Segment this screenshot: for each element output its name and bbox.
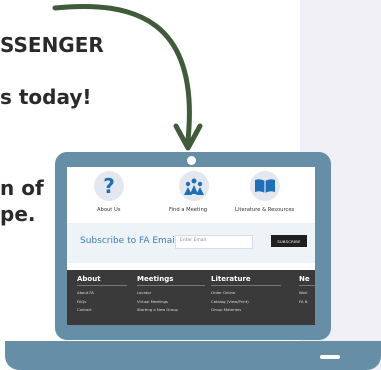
laptop-base-notch <box>320 355 340 359</box>
footer-divider <box>137 285 205 286</box>
email-placeholder: Enter Email <box>180 238 206 243</box>
footer-column-news: Ne Worl FA N <box>299 275 315 306</box>
footer-heading: Ne <box>299 275 310 283</box>
footer-link[interactable]: Order Online <box>211 289 281 298</box>
footer-heading: Literature <box>211 275 251 283</box>
laptop-camera <box>187 156 196 165</box>
nav-link-literature[interactable]: Literature & Resources <box>235 207 294 213</box>
footer-link[interactable]: Virtual Meetings <box>137 298 205 307</box>
meeting-people-icon[interactable] <box>179 171 209 201</box>
nav-link-find-meeting[interactable]: Find a Meeting <box>169 207 207 213</box>
open-book-icon[interactable] <box>250 171 280 201</box>
headline-fragment-1: SSENGER <box>0 33 104 57</box>
footer-link[interactable]: Starting a New Group <box>137 306 205 315</box>
footer-link[interactable]: Group Materials <box>211 306 281 315</box>
body-fragment-2: pe. <box>0 202 36 226</box>
laptop-screen: ? About Us Find a Meeting Literature & R… <box>67 167 315 325</box>
footer-divider <box>211 285 281 286</box>
site-nav: ? About Us Find a Meeting Literature & R… <box>67 167 315 215</box>
subscribe-title: Subscribe to FA Emails <box>80 236 183 246</box>
site-footer: About About FA FAQs Contact Meetings Loc… <box>67 270 315 325</box>
footer-column-meetings: Meetings Locator Virtual Meetings Starti… <box>137 275 205 315</box>
footer-link[interactable]: Worl <box>299 289 315 298</box>
subscribe-button[interactable]: SUBSCRIBE <box>271 235 307 247</box>
footer-link[interactable]: Catalog (View/Print) <box>211 298 281 307</box>
email-input[interactable]: Enter Email <box>175 235 253 249</box>
nav-link-about-us[interactable]: About Us <box>97 207 121 213</box>
footer-column-about: About About FA FAQs Contact <box>77 275 127 315</box>
footer-divider <box>299 285 315 286</box>
footer-link[interactable]: FAQs <box>77 298 127 307</box>
question-icon[interactable]: ? <box>94 171 124 201</box>
footer-divider <box>77 285 127 286</box>
footer-heading: About <box>77 275 101 283</box>
footer-link[interactable]: About FA <box>77 289 127 298</box>
footer-link[interactable]: Locator <box>137 289 205 298</box>
body-fragment-1: n of <box>0 176 44 200</box>
subscribe-section: Subscribe to FA Emails Enter Email SUBSC… <box>67 223 315 263</box>
footer-link[interactable]: Contact <box>77 306 127 315</box>
headline-fragment-2: s today! <box>0 85 92 109</box>
footer-link[interactable]: FA N <box>299 298 315 307</box>
footer-heading: Meetings <box>137 275 174 283</box>
footer-column-literature: Literature Order Online Catalog (View/Pr… <box>211 275 281 315</box>
